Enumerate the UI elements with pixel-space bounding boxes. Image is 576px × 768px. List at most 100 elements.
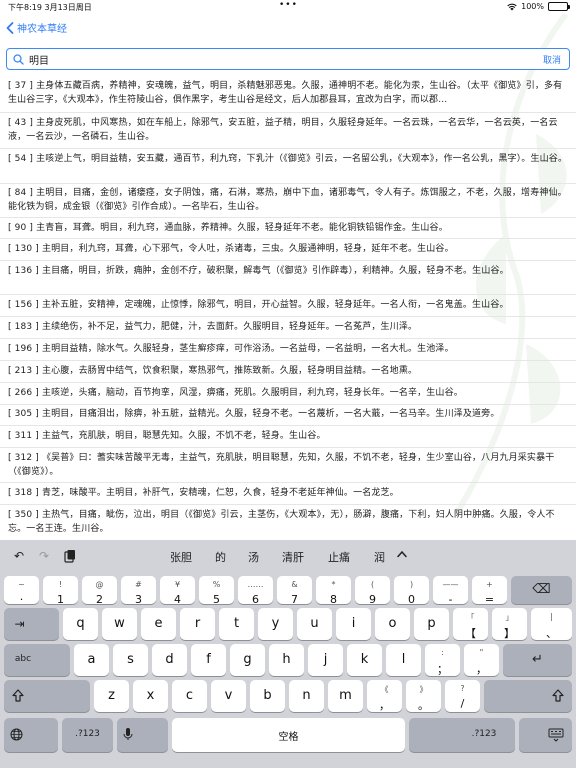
key-number[interactable]: —— - bbox=[433, 576, 468, 606]
key-number[interactable]: + = bbox=[472, 576, 507, 606]
key-letter[interactable]: e bbox=[141, 608, 176, 640]
undo-icon[interactable]: ↶ bbox=[12, 549, 26, 563]
abc-key[interactable]: abc bbox=[4, 644, 70, 676]
key-letter[interactable]: j bbox=[308, 644, 343, 676]
list-item[interactable]: [ 318 ] 青芝，味酸平。主明目，补肝气，安精魂，仁恕，久食，轻身不老延年神… bbox=[8, 486, 568, 500]
list-item[interactable]: [ 84 ] 主明目，目痛，金创，诸瘘痉，女子阴蚀，痛，石淋，寒热，崩中下血，诸… bbox=[8, 186, 568, 214]
delete-key[interactable]: ⌫ bbox=[511, 576, 572, 604]
redo-icon[interactable]: ↷ bbox=[37, 549, 51, 563]
status-bar: 下午8:19 3月13日周日 ••• 100% bbox=[0, 0, 576, 14]
globe-key[interactable] bbox=[4, 718, 58, 752]
key-symbol[interactable]: 」】 bbox=[492, 608, 527, 640]
return-key[interactable]: ↵ bbox=[503, 644, 572, 676]
list-item[interactable]: [ 183 ] 主续绝伤，补不足，益气力，肥健，汁，去面皯。久服明目，轻身延年。… bbox=[8, 320, 568, 334]
suggestion-item[interactable]: 润 bbox=[374, 549, 385, 565]
key-letter[interactable]: t bbox=[219, 608, 254, 640]
key-letter[interactable]: v bbox=[211, 680, 246, 712]
dictation-key[interactable] bbox=[117, 718, 168, 752]
space-key[interactable]: 空格 bbox=[172, 718, 405, 752]
list-divider bbox=[0, 404, 576, 405]
key-letter[interactable]: f bbox=[191, 644, 226, 676]
list-item[interactable]: [ 130 ] 主明目，利九窍，耳聋，心下邪气，令人吐，杀诸毒，三虫。久服通神明… bbox=[8, 242, 568, 256]
key-letter[interactable]: i bbox=[336, 608, 371, 640]
chevron-up-icon[interactable] bbox=[397, 550, 407, 561]
key-number[interactable]: % 5 bbox=[199, 576, 234, 606]
list-item[interactable]: [ 37 ] 主身体五藏百病，养精神，安魂魄，益气，明目，杀精魅邪恶鬼。久服，通… bbox=[8, 79, 568, 107]
list-item[interactable]: [ 312 ] 《吴普》曰：蓍实味苦酸平无毒，主益气，充肌肤，明目聪慧，先知，久… bbox=[8, 451, 568, 479]
key-letter[interactable]: o bbox=[375, 608, 410, 640]
numeric-key[interactable]: .?123 bbox=[62, 718, 113, 752]
key-number[interactable]: & 7 bbox=[277, 576, 312, 606]
results-list[interactable]: [ 37 ] 主身体五藏百病，养精神，安魂魄，益气，明目，杀精魅邪恶鬼。久服，通… bbox=[0, 76, 576, 546]
key-symbol[interactable]: 「【 bbox=[453, 608, 488, 640]
key-number[interactable]: #3 bbox=[121, 576, 156, 606]
key-letter[interactable]: a bbox=[74, 644, 109, 676]
status-time-date: 下午8:19 3月13日周日 bbox=[8, 3, 92, 12]
suggestion-item[interactable]: 清肝 bbox=[282, 549, 304, 565]
list-item[interactable]: [ 136 ] 主目痛，明目，折跌，痈肿，金创不疗，破积聚，解毒气（《御览》引作… bbox=[8, 264, 568, 278]
key-symbol[interactable]: "， bbox=[464, 644, 499, 676]
tab-key[interactable]: ⇥ bbox=[4, 608, 59, 640]
suggestion-item[interactable]: 止痛 bbox=[328, 549, 350, 565]
suggestion-item[interactable]: 汤 bbox=[248, 549, 259, 565]
key-number[interactable]: ! 1 bbox=[43, 576, 78, 606]
list-item[interactable]: [ 213 ] 主心腹，去肠胃中结气，饮食积聚，寒热邪气，推陈致新。久服，轻身明… bbox=[8, 364, 568, 378]
key-letter[interactable]: x bbox=[133, 680, 168, 712]
key-number[interactable]: ) 0 bbox=[394, 576, 429, 606]
key-symbol[interactable]: 》。 bbox=[406, 680, 441, 712]
list-item[interactable]: [ 156 ] 主补五脏，安精神，定魂魄，止惊悸，除邪气，明目，开心益智。久服，… bbox=[8, 298, 568, 312]
key-number[interactable]: @2 bbox=[82, 576, 117, 606]
list-divider bbox=[0, 425, 576, 426]
key-symbol[interactable]: ? / bbox=[445, 680, 480, 712]
list-item[interactable]: [ 54 ] 主咳逆上气，明目益精，安五藏，通百节，利九窍，下乳汁（《御览》引云… bbox=[8, 152, 568, 166]
key-letter[interactable]: m bbox=[328, 680, 363, 712]
key-letter[interactable]: d bbox=[152, 644, 187, 676]
multitasking-dots[interactable]: ••• bbox=[279, 0, 298, 10]
key-letter[interactable]: w bbox=[102, 608, 137, 640]
key-letter[interactable]: h bbox=[269, 644, 304, 676]
list-item[interactable]: [ 43 ] 主身皮死肌，中风寒热，如在车船上，除邪气，安五脏，益子精，明目，久… bbox=[8, 116, 568, 144]
key-letter[interactable]: r bbox=[180, 608, 215, 640]
key-symbol[interactable]: |、 bbox=[531, 608, 572, 640]
list-item[interactable]: [ 266 ] 主咳逆，头痛，脑动，百节拘挛，风湿，痹痛，死肌。久服明目，利九窍… bbox=[8, 386, 568, 400]
key-number[interactable]: * 8 bbox=[316, 576, 351, 606]
list-item[interactable]: [ 196 ] 主明目益精，除水气。久服轻身，茎生癣疹痒，可作浴汤。一名益母，一… bbox=[8, 342, 568, 356]
key-number[interactable]: …… 6 bbox=[238, 576, 273, 606]
key-letter[interactable]: u bbox=[297, 608, 332, 640]
shift-key[interactable] bbox=[4, 680, 90, 712]
cancel-button[interactable]: 取消 bbox=[543, 53, 561, 66]
key-letter[interactable]: s bbox=[113, 644, 148, 676]
list-divider bbox=[0, 447, 576, 448]
paste-icon[interactable] bbox=[63, 549, 77, 563]
list-item[interactable]: [ 305 ] 主明目，目痛泪出，除痹，补五脏，益精光。久服，轻身不老。一名蔑析… bbox=[8, 407, 568, 421]
suggestion-item[interactable]: 张胆 bbox=[170, 549, 192, 565]
key-symbol[interactable]: 《， bbox=[367, 680, 402, 712]
list-item[interactable]: [ 311 ] 主益气，充肌肤，明目，聪慧先知。久服，不饥不老，轻身。生山谷。 bbox=[8, 429, 568, 443]
key-letter[interactable]: p bbox=[414, 608, 449, 640]
key-letter[interactable]: k bbox=[347, 644, 382, 676]
chevron-left-icon bbox=[6, 21, 14, 34]
key-number[interactable]: ¥4 bbox=[160, 576, 195, 606]
hide-keyboard-key[interactable] bbox=[519, 718, 572, 752]
shift-key-right[interactable] bbox=[484, 680, 572, 712]
key-letter[interactable]: y bbox=[258, 608, 293, 640]
key-letter[interactable]: g bbox=[230, 644, 265, 676]
suggestion-bar: ↶ ↷ 张胆 的 汤 清肝 止痛 润 bbox=[0, 540, 576, 572]
key-symbol[interactable]: :； bbox=[425, 644, 460, 676]
search-input[interactable] bbox=[29, 52, 509, 67]
key-letter[interactable]: l bbox=[386, 644, 421, 676]
key-letter[interactable]: q bbox=[63, 608, 98, 640]
numeric-key-right[interactable]: .?123 bbox=[409, 718, 515, 752]
key-letter[interactable]: c bbox=[172, 680, 207, 712]
key-letter[interactable]: n bbox=[289, 680, 324, 712]
suggestion-item[interactable]: 的 bbox=[215, 549, 226, 565]
list-item[interactable]: [ 350 ] 主热气，目痛，眦伤，泣出，明目（《御览》引云，主茎伤，《大观本》… bbox=[8, 508, 568, 536]
list-item[interactable]: [ 90 ] 主青盲，耳聋。明目，利九窍，通血脉，养精神。久服，轻身延年不老。能… bbox=[8, 221, 568, 235]
battery-icon bbox=[548, 2, 570, 11]
key-letter[interactable]: b bbox=[250, 680, 285, 712]
key-number[interactable]: ~ · bbox=[4, 576, 39, 606]
back-button[interactable]: 神农本草经 bbox=[6, 20, 67, 35]
key-number[interactable]: (9 bbox=[355, 576, 390, 606]
key-letter[interactable]: z bbox=[94, 680, 129, 712]
list-divider bbox=[0, 217, 576, 218]
